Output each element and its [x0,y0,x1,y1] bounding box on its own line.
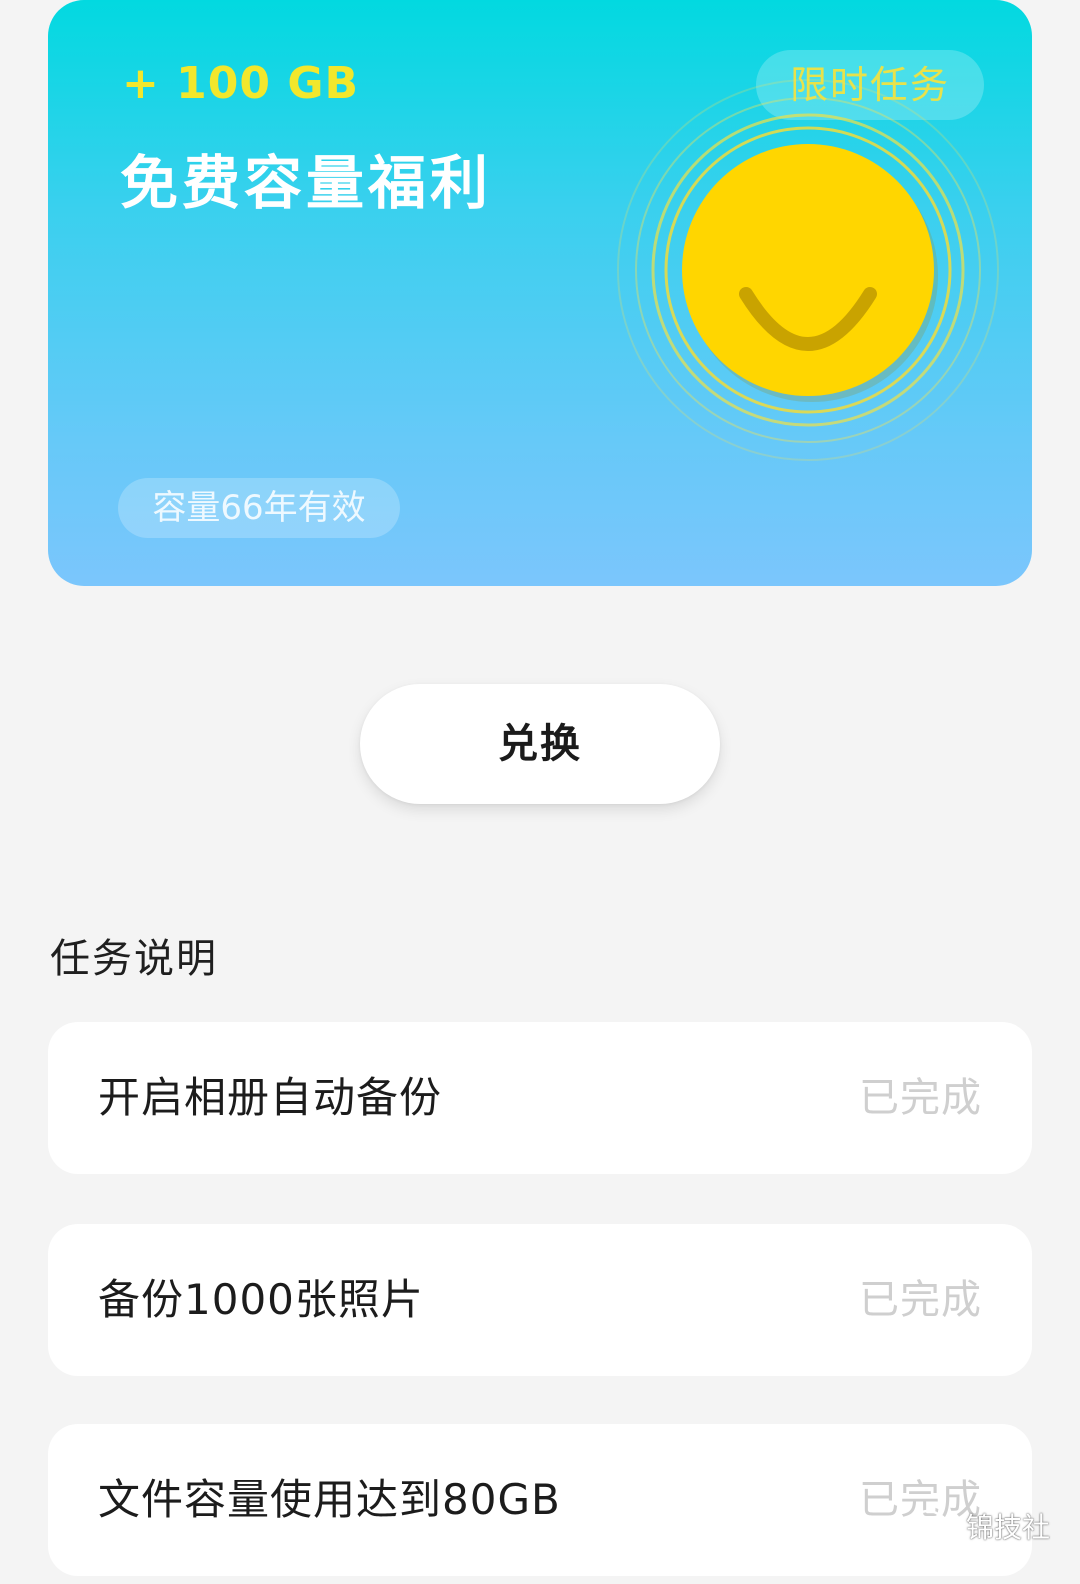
task-status: 已完成 [859,1075,982,1121]
wechat-icon [911,1509,956,1542]
smiley-icon [617,79,999,461]
validity-badge: 容量66年有效 [118,478,400,538]
task-section-title: 任务说明 [50,936,218,982]
task-item-backup-photos[interactable]: 备份1000张照片 已完成 [48,1224,1032,1376]
promo-title: 免费容量福利 [120,149,493,217]
task-status: 已完成 [859,1477,982,1523]
watermark-text: 锦技社 [966,1511,1051,1544]
task-status: 已完成 [859,1277,982,1323]
task-item-auto-backup[interactable]: 开启相册自动备份 已完成 [48,1022,1032,1174]
watermark: 锦技社 [910,1504,1050,1548]
task-label: 文件容量使用达到80GB [98,1475,561,1524]
promo-amount: + 100 GB [122,58,360,109]
task-label: 备份1000张照片 [98,1275,424,1324]
redeem-button[interactable]: 兑换 [360,684,720,804]
task-label: 开启相册自动备份 [98,1073,443,1122]
task-item-storage-usage[interactable]: 文件容量使用达到80GB 已完成 [48,1424,1032,1576]
promo-card: + 100 GB 免费容量福利 限时任务 容量66年有效 [48,0,1032,586]
